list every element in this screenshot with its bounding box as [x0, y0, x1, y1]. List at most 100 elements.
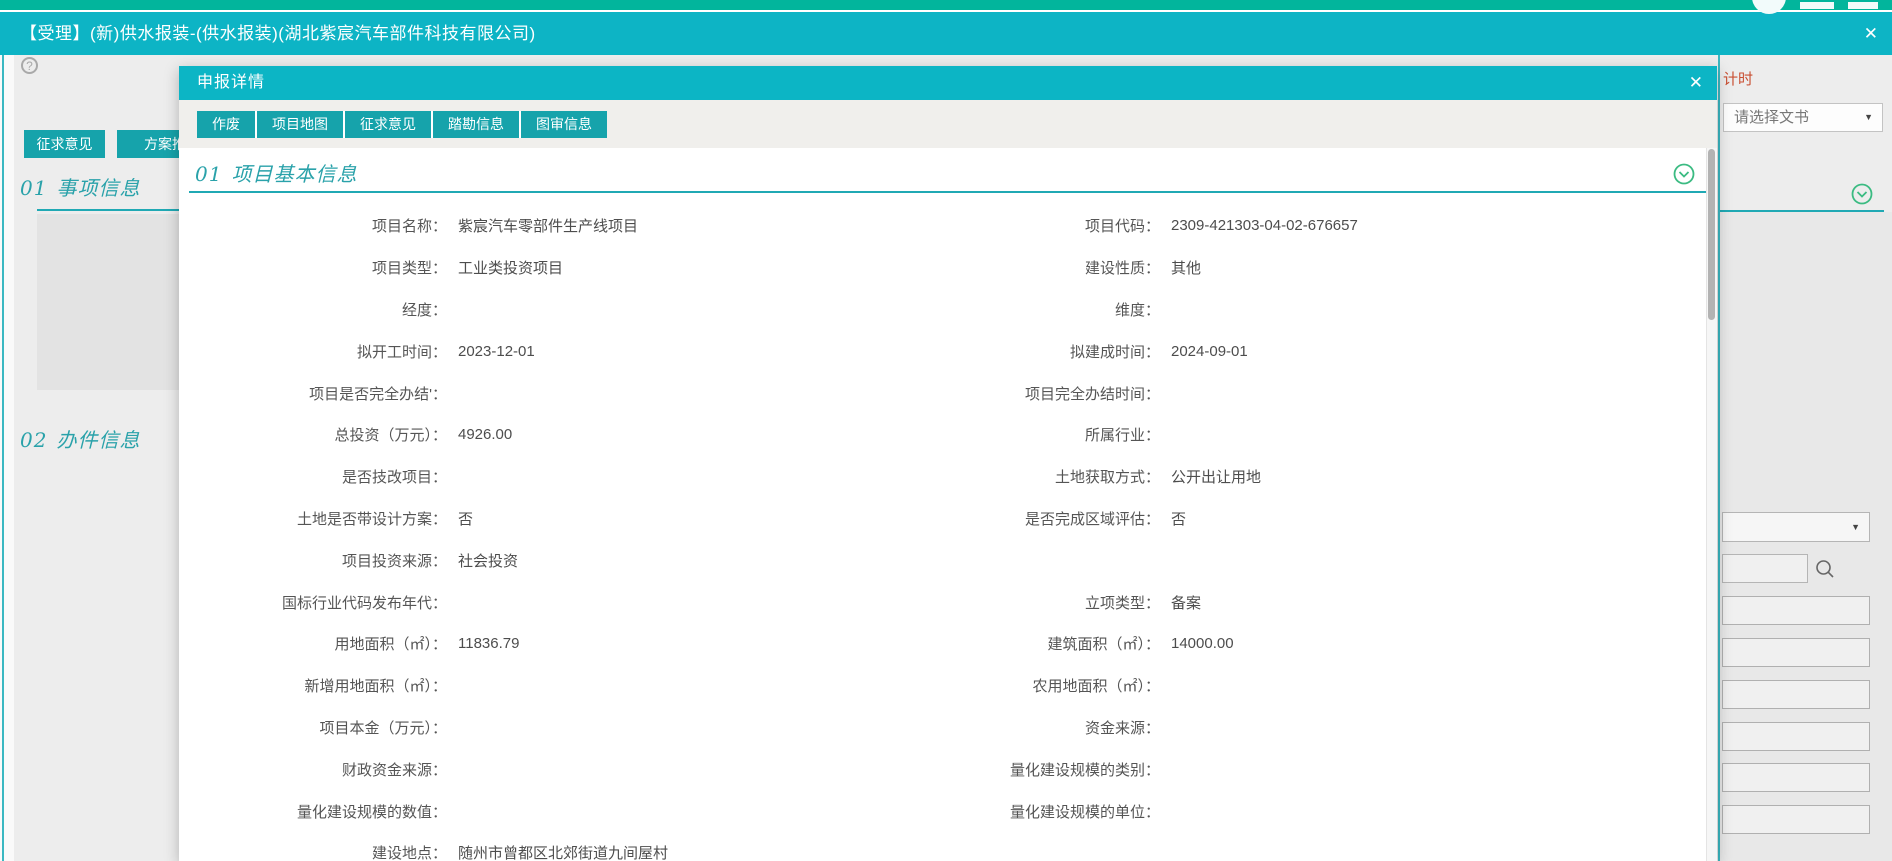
text-input[interactable]: [1722, 638, 1870, 667]
document-select[interactable]: 请选择文书 ▼: [1723, 103, 1883, 132]
window-title-bar: 【受理】(新)供水报装-(供水报装)(湖北紫宸汽车部件科技有限公司) ✕: [0, 12, 1892, 55]
text-input[interactable]: [1722, 805, 1870, 834]
section-number: 01: [20, 176, 47, 200]
section-title-text: 事项信息: [56, 178, 140, 200]
form-row: 土地是否带设计方案：否是否完成区域评估：否: [179, 498, 1703, 540]
modal-tab-0[interactable]: 作废: [197, 111, 255, 138]
field-label: 项目名称：: [179, 215, 447, 236]
right-panel-select[interactable]: ▼: [1722, 512, 1870, 542]
field-value: 公开出让用地: [1160, 466, 1703, 487]
form-row: 项目是否完全办结'： 项目完全办结时间：: [179, 372, 1703, 414]
field-label: 拟建成时间：: [777, 341, 1160, 362]
field-value: 2023-12-01: [447, 343, 777, 360]
modal-title: 申报详情: [197, 66, 265, 100]
scrollbar-thumb[interactable]: [1708, 149, 1715, 320]
modal-tab-1[interactable]: 项目地图: [257, 111, 343, 138]
username-text-fragment: [1800, 2, 1834, 9]
field-label: 项目类型：: [179, 257, 447, 278]
field-value: 2024-09-01: [1160, 343, 1703, 360]
field-label: 用地面积（㎡）：: [179, 633, 447, 654]
modal-tab-3[interactable]: 踏勘信息: [433, 111, 519, 138]
field-label: 项目完全办结时间：: [777, 383, 1160, 404]
modal-tab-2[interactable]: 征求意见: [345, 111, 431, 138]
collapse-section-icon[interactable]: [1851, 183, 1873, 205]
search-icon[interactable]: [1814, 558, 1836, 580]
help-icon[interactable]: ?: [21, 57, 38, 74]
field-label: 农用地面积（㎡）：: [777, 675, 1160, 696]
section-title-text: 办件信息: [56, 430, 140, 452]
field-value: 随州市曾都区北郊街道九间屋村: [447, 842, 777, 861]
chevron-down-icon: ▼: [1864, 104, 1873, 131]
form-row: 用地面积（㎡）：11836.79建筑面积（㎡）：14000.00: [179, 623, 1703, 665]
field-label: 财政资金来源：: [179, 759, 447, 780]
project-info-form: 项目名称：紫宸汽车零部件生产线项目项目代码：2309-421303-04-02-…: [179, 205, 1703, 861]
field-value: 其他: [1160, 257, 1703, 278]
consult-opinion-button[interactable]: 征求意见: [24, 130, 105, 158]
username-text-fragment: [1848, 2, 1878, 9]
field-value: 紫宸汽车零部件生产线项目: [447, 215, 777, 236]
section-number: 01: [195, 162, 222, 186]
form-row: 拟开工时间：2023-12-01拟建成时间：2024-09-01: [179, 330, 1703, 372]
field-label: 建设性质：: [777, 257, 1160, 278]
field-label: 是否完成区域评估：: [777, 508, 1160, 529]
field-value: 2309-421303-04-02-676657: [1160, 217, 1703, 234]
modal-tabs: 作废项目地图征求意见踏勘信息图审信息: [197, 111, 607, 138]
document-select-value: 请选择文书: [1734, 109, 1809, 126]
field-value: 14000.00: [1160, 635, 1703, 652]
field-value: 社会投资: [447, 550, 777, 571]
field-label: 项目是否完全办结'：: [179, 383, 447, 404]
form-row: 财政资金来源：量化建设规模的类别：: [179, 748, 1703, 790]
right-panel-border-line: [1718, 55, 1720, 861]
section-underline: [189, 191, 1717, 193]
field-label: 维度：: [777, 299, 1160, 320]
modal-tab-strip: 作废项目地图征求意见踏勘信息图审信息: [179, 100, 1717, 148]
declaration-detail-modal: 申报详情 ✕ 作废项目地图征求意见踏勘信息图审信息 01 项目基本信息 项目名称：…: [179, 66, 1717, 861]
field-value: 备案: [1160, 592, 1703, 613]
window-title: 【受理】(新)供水报装-(供水报装)(湖北紫宸汽车部件科技有限公司): [20, 12, 536, 55]
form-row: 建设地点：随州市曾都区北郊街道九间屋村: [179, 832, 1703, 861]
modal-header: 申报详情 ✕: [179, 66, 1717, 100]
field-label: 国标行业代码发布年代：: [179, 592, 447, 613]
window-close-icon[interactable]: ✕: [1864, 24, 1878, 43]
modal-scrollbar[interactable]: [1706, 148, 1717, 861]
field-value: 工业类投资项目: [447, 257, 777, 278]
bg-gray-panel: [37, 214, 179, 390]
timer-label: 计时: [1723, 68, 1753, 89]
field-label: 建设地点：: [179, 842, 447, 861]
form-row: 国标行业代码发布年代： 立项类型：备案: [179, 581, 1703, 623]
right-panel-search-input[interactable]: [1722, 554, 1808, 583]
field-label: 量化建设规模的单位：: [777, 801, 1160, 822]
form-row: 项目本金（万元）：资金来源：: [179, 707, 1703, 749]
form-row: 是否技改项目：土地获取方式：公开出让用地: [179, 456, 1703, 498]
field-value: 否: [447, 508, 777, 529]
modal-close-icon[interactable]: ✕: [1689, 74, 1703, 92]
right-section-underline: [1720, 210, 1884, 212]
field-label: 是否技改项目：: [179, 466, 447, 487]
field-value: 4926.00: [447, 426, 777, 443]
field-label: 项目投资来源：: [179, 550, 447, 571]
modal-tab-4[interactable]: 图审信息: [521, 111, 607, 138]
form-row: 总投资（万元）：4926.00所属行业：: [179, 414, 1703, 456]
form-row: 经度：维度：: [179, 289, 1703, 331]
section-number: 02: [20, 428, 47, 452]
field-label: 资金来源：: [777, 717, 1160, 738]
field-value: 11836.79: [447, 635, 777, 652]
collapse-section-icon[interactable]: [1673, 163, 1695, 185]
field-label: 土地是否带设计方案：: [179, 508, 447, 529]
modal-section-project-basic-info: 01 项目基本信息: [195, 158, 357, 187]
text-input[interactable]: [1722, 722, 1870, 751]
field-label: 项目代码：: [777, 215, 1160, 236]
text-input[interactable]: [1722, 763, 1870, 792]
field-label: 总投资（万元）：: [179, 424, 447, 445]
section-underline: [37, 209, 179, 211]
text-input[interactable]: [1722, 596, 1870, 625]
modal-body: 01 项目基本信息 项目名称：紫宸汽车零部件生产线项目项目代码：2309-4213…: [179, 148, 1717, 861]
form-row: 新增用地面积（㎡）： 农用地面积（㎡）：: [179, 665, 1703, 707]
top-green-strip: [0, 0, 1892, 10]
field-label: 立项类型：: [777, 592, 1160, 613]
field-label: 新增用地面积（㎡）：: [179, 675, 447, 696]
form-row: 项目类型：工业类投资项目建设性质：其他: [179, 247, 1703, 289]
chevron-down-icon: ▼: [1851, 513, 1860, 541]
text-input[interactable]: [1722, 680, 1870, 709]
section-title-text: 项目基本信息: [231, 164, 357, 186]
